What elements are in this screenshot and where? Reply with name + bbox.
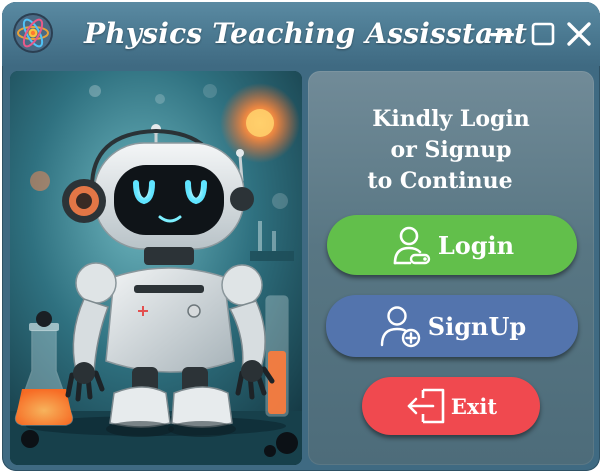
- login-button[interactable]: Login: [327, 215, 577, 275]
- exit-door-icon: [407, 388, 445, 424]
- prompt-line-2: or Signup: [390, 137, 512, 163]
- close-icon[interactable]: [565, 20, 593, 48]
- signup-button[interactable]: SignUp: [326, 295, 578, 357]
- robot-illustration: [10, 71, 302, 465]
- login-prompt: Kindly Login or Signup to Continue: [308, 104, 594, 197]
- login-label: Login: [437, 230, 515, 260]
- user-key-icon: [393, 226, 431, 265]
- auth-panel: Kindly Login or Signup to Continue Login…: [308, 71, 594, 465]
- prompt-line-1: Kindly Login: [372, 106, 530, 132]
- user-add-icon: [380, 306, 420, 348]
- robot-illustration-panel: [10, 71, 302, 465]
- window-title: Physics Teaching Assisstant: [84, 17, 528, 50]
- exit-label: Exit: [450, 393, 498, 419]
- title-bar[interactable]: Physics Teaching Assisstant: [2, 2, 600, 66]
- atom-icon: [13, 13, 53, 53]
- exit-button[interactable]: Exit: [362, 377, 540, 435]
- app-window: Physics Teaching Assisstant Kindly Login…: [2, 2, 600, 471]
- prompt-line-3: to Continue: [367, 168, 513, 194]
- maximize-icon[interactable]: [529, 20, 557, 48]
- signup-label: SignUp: [427, 311, 527, 341]
- minimize-icon[interactable]: [488, 20, 516, 48]
